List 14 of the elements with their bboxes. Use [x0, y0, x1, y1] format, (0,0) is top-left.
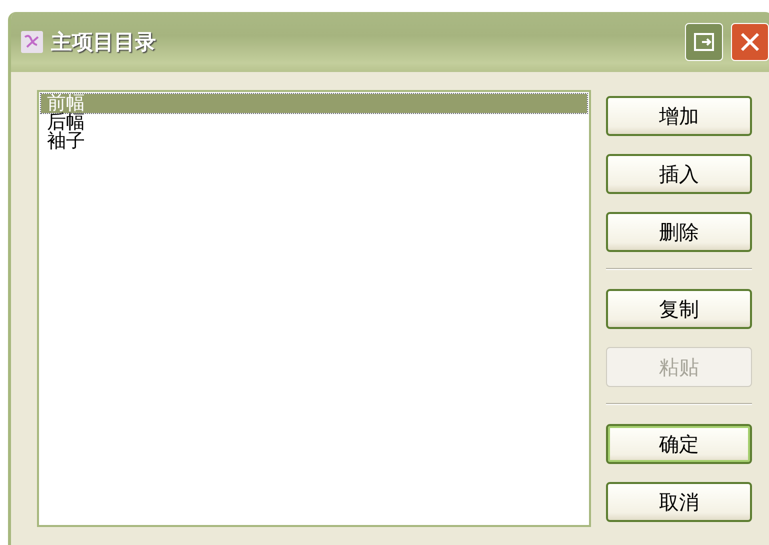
close-icon	[739, 31, 761, 53]
close-button[interactable]	[731, 23, 769, 61]
dialog-button[interactable]: 插入	[606, 154, 752, 194]
app-icon	[21, 31, 43, 53]
dialog-button[interactable]: 复制	[606, 289, 752, 329]
restore-icon	[693, 32, 715, 52]
restore-button[interactable]	[685, 23, 723, 61]
dialog-button[interactable]: 删除	[606, 212, 752, 252]
dialog-button[interactable]: 取消	[606, 482, 752, 522]
dialog-button[interactable]: 确定	[606, 424, 752, 464]
list-item[interactable]: 袖子	[41, 132, 587, 151]
dialog-button[interactable]: 增加	[606, 96, 752, 136]
list-item[interactable]: 后幅	[41, 113, 587, 132]
window-title: 主项目目录	[51, 29, 157, 56]
